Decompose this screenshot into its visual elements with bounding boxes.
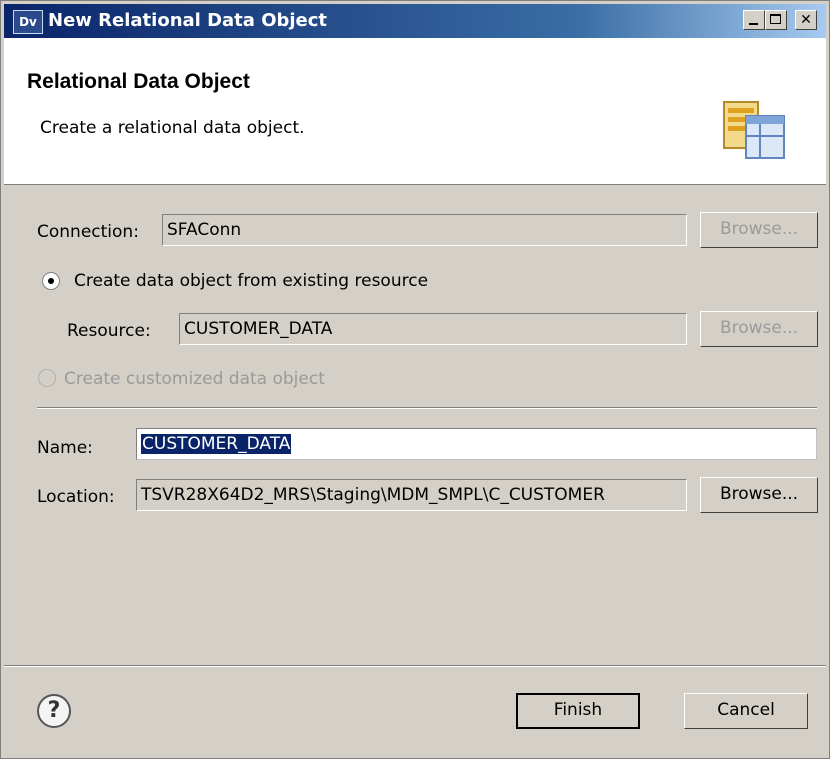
- minimize-button[interactable]: [743, 10, 765, 30]
- title-bar[interactable]: Dv New Relational Data Object ✕: [4, 4, 826, 38]
- existing-resource-radio[interactable]: [42, 272, 60, 290]
- banner-description: Create a relational data object.: [40, 118, 305, 138]
- name-input-value: CUSTOMER_DATA: [141, 434, 292, 454]
- wizard-banner: Relational Data Object Create a relation…: [4, 38, 826, 185]
- location-label: Location:: [37, 487, 115, 507]
- location-browse-button[interactable]: Browse...: [700, 477, 818, 513]
- existing-resource-label[interactable]: Create data object from existing resourc…: [74, 271, 428, 291]
- minimize-icon: [749, 23, 758, 25]
- window-title: New Relational Data Object: [48, 10, 328, 31]
- data-object-icon: [723, 101, 785, 159]
- maximize-button[interactable]: [765, 10, 787, 30]
- app-icon: Dv: [13, 10, 43, 34]
- separator: [37, 407, 817, 409]
- resource-label: Resource:: [67, 321, 151, 341]
- name-label: Name:: [37, 438, 93, 458]
- close-button[interactable]: ✕: [795, 10, 817, 30]
- dialog-window: Dv New Relational Data Object ✕ Relation…: [0, 0, 830, 759]
- cancel-button[interactable]: Cancel: [684, 693, 808, 729]
- connection-browse-button: Browse...: [700, 212, 818, 248]
- resource-browse-button: Browse...: [700, 311, 818, 347]
- name-input[interactable]: CUSTOMER_DATA: [136, 428, 817, 460]
- customized-object-label: Create customized data object: [64, 369, 325, 389]
- customized-object-radio: [38, 369, 56, 387]
- connection-label: Connection:: [37, 222, 139, 242]
- finish-button[interactable]: Finish: [516, 693, 640, 729]
- connection-field: SFAConn: [162, 214, 687, 246]
- location-field: TSVR28X64D2_MRS\Staging\MDM_SMPL\C_CUSTO…: [136, 479, 687, 511]
- footer-separator: [4, 665, 826, 667]
- maximize-icon: [770, 14, 781, 24]
- close-icon: ✕: [800, 12, 812, 28]
- banner-title: Relational Data Object: [27, 70, 250, 93]
- resource-field: CUSTOMER_DATA: [179, 313, 687, 345]
- radio-dot: [48, 278, 54, 284]
- help-icon[interactable]: ?: [37, 694, 71, 728]
